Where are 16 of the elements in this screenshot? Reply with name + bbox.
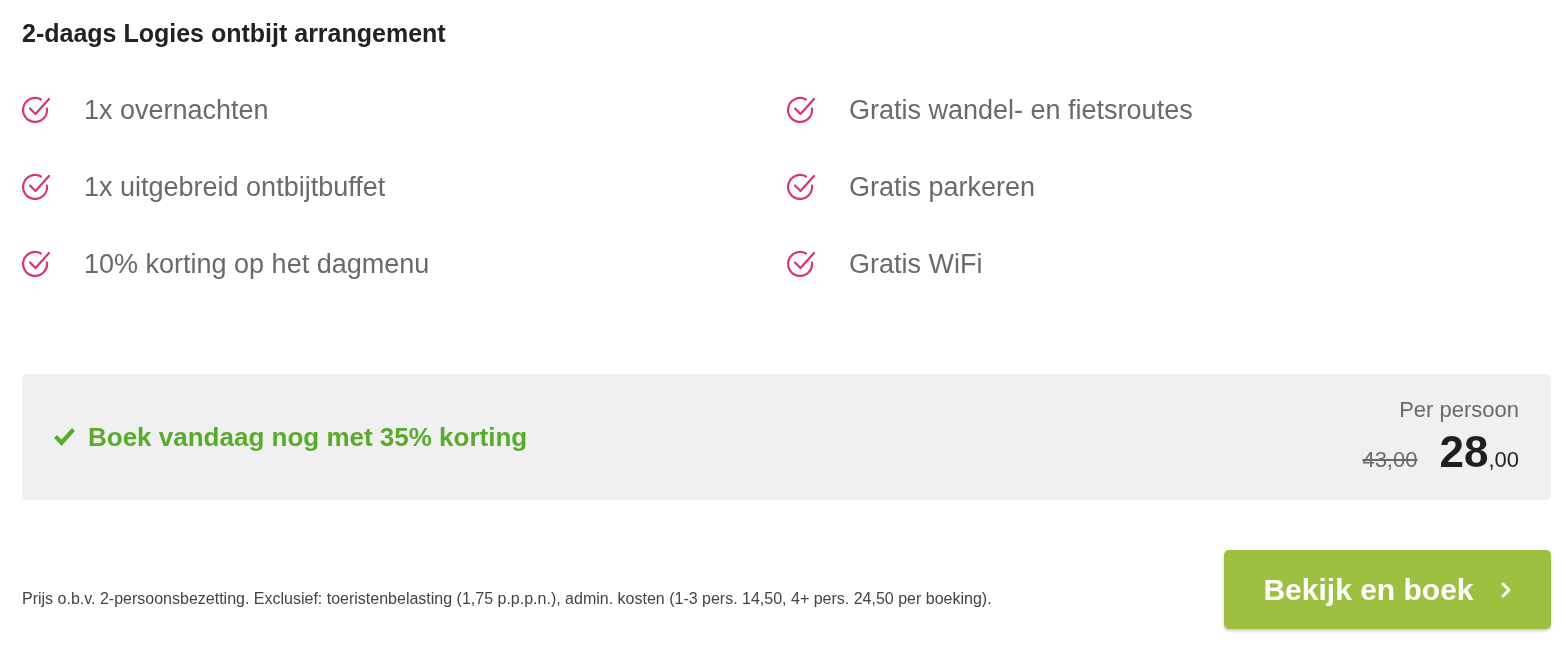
offer-title: 2-daags Logies ontbijt arrangement: [22, 18, 447, 49]
chevron-right-icon: [1499, 580, 1512, 599]
price-footnote: Prijs o.b.v. 2-persoonsbezetting. Exclusief: toeristenbelasting (1,75 p.p.p.n.), admin. kosten (1-3 pers. 14,50, 4+ pers. 24,50 per boeking).: [22, 588, 993, 609]
feature-label: 1x overnachten: [84, 94, 269, 126]
feature-label: Gratis parkeren: [849, 171, 1036, 203]
feature-label: 10% korting op het dagmenu: [84, 248, 430, 280]
price-cents: ,00: [1488, 447, 1519, 473]
feature-label: Gratis WiFi: [849, 248, 983, 280]
check-icon: [52, 426, 76, 448]
price-label: Per persoon: [1399, 397, 1519, 423]
book-button[interactable]: Bekijk en boek: [1224, 550, 1551, 629]
feature-label: Gratis wandel- en fietsroutes: [849, 94, 1193, 126]
old-price: 43,00: [1362, 447, 1418, 473]
discount-text: Boek vandaag nog met 35% korting: [88, 421, 528, 453]
feature-label: 1x uitgebreid ontbijtbuffet: [84, 171, 386, 203]
price-amount: 28: [1439, 427, 1489, 477]
